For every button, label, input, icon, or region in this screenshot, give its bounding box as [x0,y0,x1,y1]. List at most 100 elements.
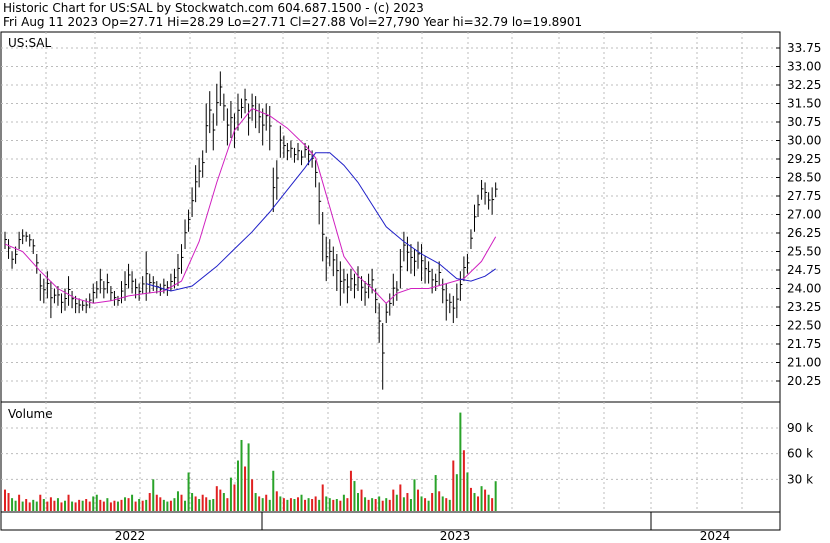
volume-bar [402,497,405,511]
volume-bar [18,494,21,511]
volume-bar [134,501,137,511]
price-bars [4,71,498,390]
volume-bar [289,498,292,511]
volume-panel-frame [0,401,781,513]
volume-bars [4,412,497,511]
volume-bar [473,493,476,511]
volume-bar [67,494,70,511]
volume-bar [360,489,363,511]
date-axis-frame [0,511,781,531]
price-tick-label: 24.00 [787,282,821,296]
volume-bar [420,496,423,511]
volume-bar [159,497,162,511]
volume-bar [148,493,151,511]
price-tick-label: 24.75 [787,263,821,277]
volume-bar [109,502,112,511]
volume-bar [296,497,299,511]
price-tick-label: 22.50 [787,319,821,333]
volume-bar [251,479,254,511]
volume-bar [180,494,183,511]
volume-bar [378,496,381,511]
volume-bar [173,498,176,511]
volume-bar [431,493,434,511]
volume-bar [494,481,497,511]
volume-bar [42,499,45,511]
volume-bar [184,500,187,511]
volume-bar [357,493,359,511]
volume-bar [56,498,59,511]
volume-bar [448,499,451,511]
volume-bar [35,501,38,511]
volume-bar [233,484,236,511]
volume-bar [477,496,480,511]
volume-bar [46,501,49,511]
volume-bar [445,498,448,511]
volume-bar [374,499,377,511]
volume-bar [268,499,271,511]
volume-bar [282,498,285,511]
volume-bar [332,499,335,511]
volume-bar [484,489,487,511]
price-tick-label: 33.00 [787,60,821,74]
volume-bar [236,460,239,511]
volume-bar [254,493,257,511]
volume-bar [342,494,345,511]
volume-bar [124,497,127,511]
volume-bar [88,501,91,511]
volume-bar [11,498,14,511]
volume-bar [155,494,158,511]
volume-bar [417,489,420,511]
volume-bar [187,472,190,511]
volume-bar [92,496,95,511]
price-tick-label: 28.50 [787,171,821,185]
volume-bar [74,502,77,511]
volume-bar [226,498,229,511]
volume-bar [49,497,52,511]
volume-bar [339,500,342,511]
volume-bar [141,500,144,511]
volume-bar [145,499,148,511]
volume-bar [120,499,123,511]
price-tick-label: 23.25 [787,300,821,314]
year-axis: 2022 2023 2024 [115,529,731,543]
volume-bar [116,501,119,511]
volume-bar [7,493,10,511]
volume-bar [462,450,465,511]
volume-bar [247,443,250,511]
price-tick-label: 26.25 [787,226,821,240]
volume-bar [346,498,349,511]
volume-bar [307,498,310,511]
price-tick-label: 25.50 [787,245,821,259]
volume-bar [222,493,225,511]
volume-bar [14,500,17,511]
volume-bar [413,479,416,511]
volume-bar [388,499,391,511]
volume-bar [424,498,427,511]
volume-bar [275,491,278,511]
volume-bar [162,499,165,511]
price-panel-frame [0,31,781,403]
volume-bar [191,493,194,511]
volume-tick-label: 60 k [787,447,813,461]
volume-panel-label: Volume [8,407,53,421]
volume-bar [205,497,208,511]
volume-tick-label: 90 k [787,421,813,435]
price-panel-label: US:SAL [8,36,51,50]
year-label: 2024 [700,529,731,543]
volume-bar [279,496,282,511]
long-moving-average-line [146,152,496,292]
volume-bar [335,499,338,511]
price-tick-label: 27.00 [787,208,821,222]
stock-chart: US:SAL Volume 33.7533.0032.2531.5030.753… [0,31,821,543]
volume-bar [4,489,6,511]
volume-bar [64,500,67,511]
price-tick-label: 30.00 [787,134,821,148]
price-tick-label: 21.75 [787,337,821,351]
volume-bar [406,493,409,511]
volume-bar [441,496,444,511]
volume-bar [95,494,98,511]
volume-bar [169,500,172,511]
price-tick-label: 33.75 [787,41,821,55]
volume-bar [434,475,437,511]
volume-axis: 90 k 60 k 30 k [787,421,813,486]
